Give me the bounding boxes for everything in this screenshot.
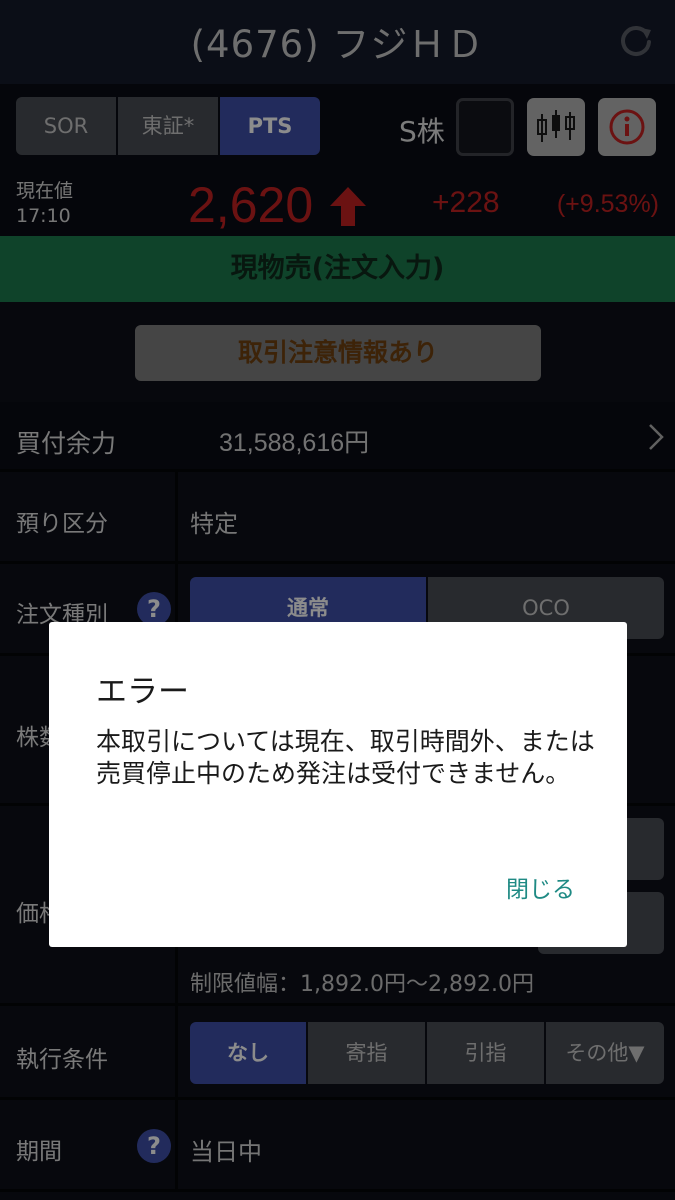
dialog-title: エラー: [96, 674, 189, 710]
dialog-message: 本取引については現在、取引時間外、または売買停止中のため発注は受付できません。: [96, 727, 595, 788]
modal-backdrop[interactable]: [0, 0, 675, 1200]
close-button[interactable]: 閉じる: [506, 870, 575, 904]
error-dialog: エラー 本取引については現在、取引時間外、または売買停止中のため発注は受付できま…: [49, 622, 627, 947]
order-screen: (4676) フジＨＤ SOR 東証* PTS S株 現在値 17:10 2,6…: [0, 0, 675, 1200]
